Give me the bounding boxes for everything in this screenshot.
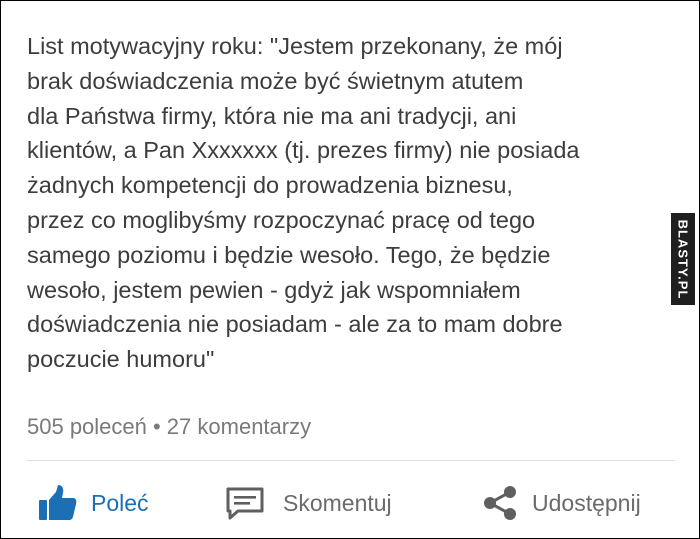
share-button[interactable]: Udostępnij	[482, 479, 641, 527]
engagement-stats[interactable]: 505 poleceń • 27 komentarzy	[27, 410, 311, 444]
like-label: Poleć	[91, 489, 149, 516]
share-label: Udostępnij	[532, 489, 641, 516]
thumbs-up-icon	[39, 485, 77, 521]
share-icon	[482, 485, 518, 521]
post-card: List motywacyjny roku: "Jestem przekonan…	[0, 0, 700, 539]
comment-label: Skomentuj	[283, 489, 392, 516]
watermark-text: BLASTY.PL	[675, 219, 691, 299]
like-button[interactable]: Poleć	[39, 479, 149, 527]
comment-icon	[225, 486, 265, 520]
divider	[27, 460, 675, 461]
comment-button[interactable]: Skomentuj	[225, 479, 392, 527]
post-text: List motywacyjny roku: "Jestem przekonan…	[27, 33, 580, 373]
watermark-badge: BLASTY.PL	[671, 213, 695, 305]
